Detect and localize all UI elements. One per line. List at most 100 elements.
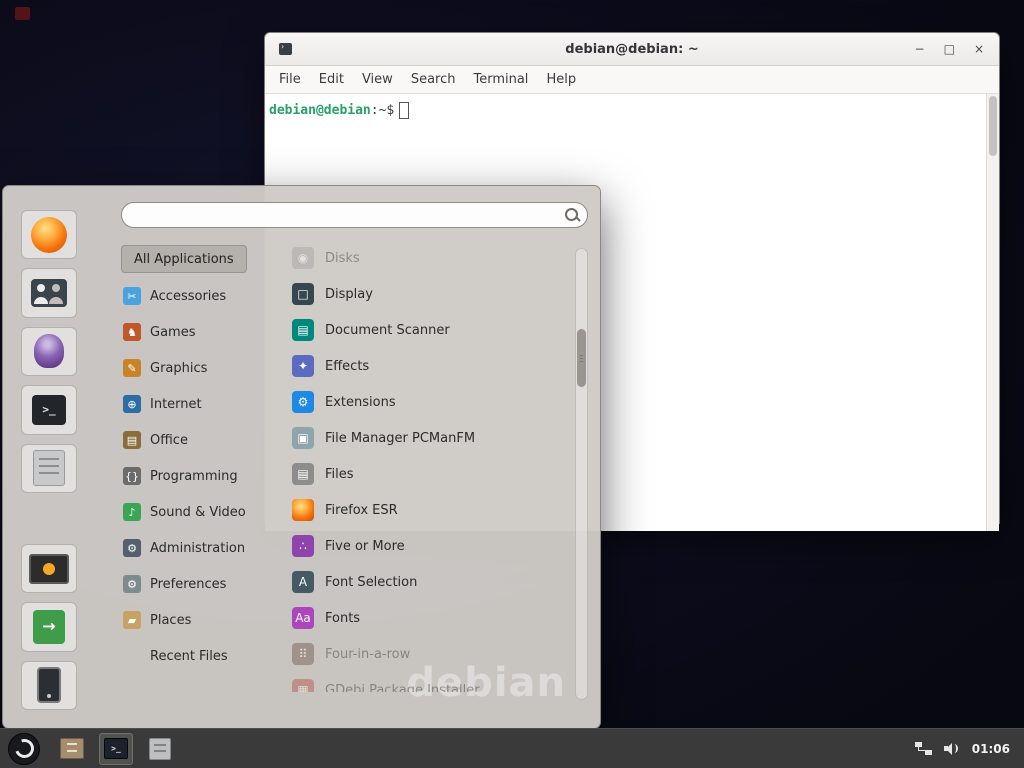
- favorite-power[interactable]: [21, 661, 77, 710]
- application-item[interactable]: ✦ Effects: [292, 348, 562, 384]
- volume-icon[interactable]: [944, 742, 960, 755]
- category-item[interactable]: Recent Files: [121, 638, 286, 674]
- terminal-scrollbar[interactable]: [986, 94, 999, 531]
- application-item[interactable]: ▤ Files: [292, 456, 562, 492]
- application-label: Extensions: [325, 395, 396, 410]
- application-menu: debian: [2, 185, 601, 729]
- application-icon: ▦: [292, 679, 314, 692]
- files-icon: [149, 738, 171, 760]
- category-item[interactable]: ⊕ Internet: [121, 386, 286, 422]
- application-icon: ⚙: [292, 391, 314, 413]
- launcher-files[interactable]: [143, 733, 177, 765]
- category-item[interactable]: ▰ Places: [121, 602, 286, 638]
- application-label: Display: [325, 287, 373, 302]
- category-icon: {}: [123, 467, 141, 485]
- favorite-firefox[interactable]: [21, 210, 77, 259]
- favorite-file-manager[interactable]: [21, 444, 77, 493]
- application-item[interactable]: ⠿ Four-in-a-row: [292, 636, 562, 672]
- close-button[interactable]: ×: [974, 43, 984, 55]
- category-icon: ⚙: [123, 575, 141, 593]
- category-label: Programming: [150, 469, 238, 484]
- launcher-terminal[interactable]: [99, 733, 133, 765]
- applications-list: ◉ Disks □ Display ▤ Document Scanner ✦ E…: [292, 240, 562, 692]
- category-item[interactable]: ✂ Accessories: [121, 278, 286, 314]
- application-item[interactable]: ⚙ Extensions: [292, 384, 562, 420]
- minimize-button[interactable]: −: [915, 43, 925, 55]
- favorite-screensaver[interactable]: [21, 544, 77, 593]
- menubar-item[interactable]: Terminal: [465, 69, 536, 90]
- application-icon: ▣: [292, 427, 314, 449]
- application-label: Firefox ESR: [325, 503, 398, 518]
- application-icon: Aa: [292, 607, 314, 629]
- application-icon: ✦: [292, 355, 314, 377]
- application-item[interactable]: ▣ File Manager PCManFM: [292, 420, 562, 456]
- pidgin-icon: [34, 334, 64, 368]
- favorite-users[interactable]: [21, 268, 77, 317]
- application-icon: A: [292, 571, 314, 593]
- category-icon: ✎: [123, 359, 141, 377]
- category-icon: ⊕: [123, 395, 141, 413]
- application-item[interactable]: A Font Selection: [292, 564, 562, 600]
- terminal-window-icon: [279, 43, 292, 55]
- search-icon: [565, 208, 578, 221]
- category-label: All Applications: [134, 252, 234, 267]
- screensaver-icon: [29, 554, 69, 584]
- menubar-item[interactable]: Search: [403, 69, 464, 90]
- application-item[interactable]: ▤ Document Scanner: [292, 312, 562, 348]
- category-item[interactable]: ✎ Graphics: [121, 350, 286, 386]
- launcher-file-manager[interactable]: [55, 733, 89, 765]
- menu-button[interactable]: [8, 733, 40, 765]
- category-label: Preferences: [150, 577, 226, 592]
- application-item[interactable]: ▦ GDebi Package Installer: [292, 672, 562, 692]
- prompt-line: debian@debian:~$: [269, 102, 997, 119]
- desktop: { "terminal_window": { "title": "debian@…: [0, 0, 1024, 768]
- menu-content: All Applications ✂ Accessories ♞ Games ✎…: [121, 240, 588, 728]
- terminal-icon: [104, 738, 128, 759]
- menubar-item[interactable]: File: [271, 69, 309, 90]
- category-label: Sound & Video: [150, 505, 246, 520]
- terminal-titlebar[interactable]: debian@debian: ~ − □ ×: [265, 33, 999, 66]
- application-item[interactable]: ∴ Five or More: [292, 528, 562, 564]
- category-icon: ♪: [123, 503, 141, 521]
- prompt-path: :~$: [371, 103, 394, 118]
- menu-main-area: All Applications ✂ Accessories ♞ Games ✎…: [95, 186, 600, 728]
- application-item[interactable]: ◉ Disks: [292, 240, 562, 276]
- application-item[interactable]: Aa Fonts: [292, 600, 562, 636]
- category-item[interactable]: ▤ Office: [121, 422, 286, 458]
- favorites-column: [3, 186, 95, 728]
- category-icon: ✂: [123, 287, 141, 305]
- menubar-item[interactable]: Help: [538, 69, 584, 90]
- application-label: Four-in-a-row: [325, 647, 410, 662]
- category-item[interactable]: ♞ Games: [121, 314, 286, 350]
- category-item[interactable]: ⚙ Administration: [121, 530, 286, 566]
- category-item[interactable]: All Applications: [121, 245, 247, 273]
- application-icon: ∴: [292, 535, 314, 557]
- menubar-item[interactable]: Edit: [311, 69, 352, 90]
- category-item[interactable]: {} Programming: [121, 458, 286, 494]
- application-item[interactable]: □ Display: [292, 276, 562, 312]
- favorite-terminal[interactable]: [21, 385, 77, 434]
- application-label: Files: [325, 467, 354, 482]
- terminal-scrollbar-thumb[interactable]: [989, 96, 997, 156]
- category-item[interactable]: ♪ Sound & Video: [121, 494, 286, 530]
- menu-search-input[interactable]: [121, 202, 588, 228]
- network-icon[interactable]: [915, 742, 932, 755]
- menubar-item[interactable]: View: [354, 69, 401, 90]
- taskbar-clock[interactable]: 01:06: [972, 742, 1010, 756]
- window-controls: − □ ×: [915, 43, 999, 55]
- category-label: Places: [150, 613, 191, 628]
- category-label: Accessories: [150, 289, 226, 304]
- category-icon: ♞: [123, 323, 141, 341]
- prompt-user-host: debian@debian: [269, 103, 371, 118]
- terminal-icon: [32, 395, 66, 425]
- category-item[interactable]: ⚙ Preferences: [121, 566, 286, 602]
- taskbar: 01:06: [0, 728, 1024, 768]
- volume-wave-icon: [951, 744, 958, 753]
- application-label: Document Scanner: [325, 323, 450, 338]
- category-label: Office: [150, 433, 188, 448]
- application-item[interactable]: Firefox ESR: [292, 492, 562, 528]
- maximize-button[interactable]: □: [944, 43, 955, 55]
- favorite-pidgin[interactable]: [21, 327, 77, 376]
- favorite-logout[interactable]: [21, 602, 77, 651]
- application-label: GDebi Package Installer: [325, 683, 480, 693]
